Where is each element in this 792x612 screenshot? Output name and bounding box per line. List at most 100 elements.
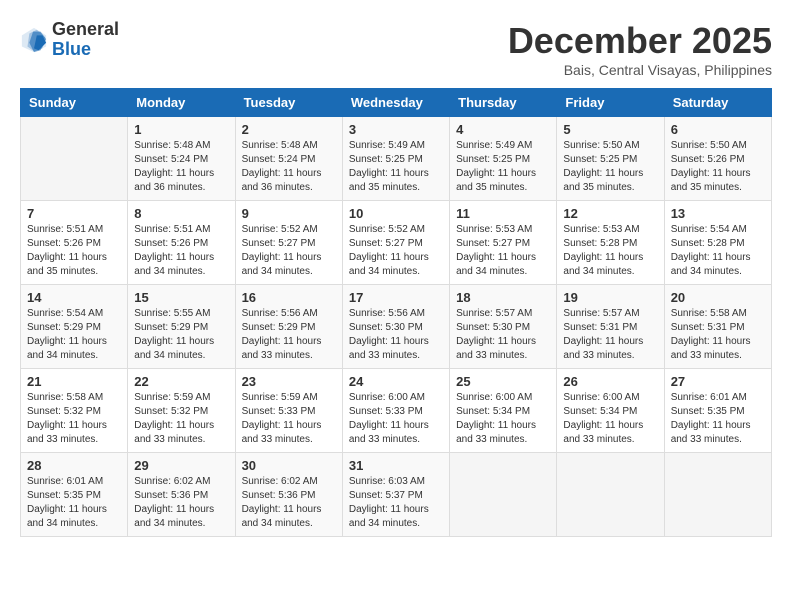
day-number: 20: [671, 290, 765, 305]
calendar-cell: 13 Sunrise: 5:54 AM Sunset: 5:28 PM Dayli…: [664, 201, 771, 285]
day-info: Sunrise: 5:52 AM Sunset: 5:27 PM Dayligh…: [349, 223, 443, 279]
calendar-week-row: 28 Sunrise: 6:01 AM Sunset: 5:35 PM Dayli…: [21, 453, 772, 537]
day-number: 22: [134, 374, 228, 389]
calendar-week-row: 21 Sunrise: 5:58 AM Sunset: 5:32 PM Dayli…: [21, 369, 772, 453]
day-info: Sunrise: 5:56 AM Sunset: 5:29 PM Dayligh…: [242, 307, 336, 363]
calendar-cell: 1 Sunrise: 5:48 AM Sunset: 5:24 PM Daylig…: [128, 117, 235, 201]
day-number: 19: [563, 290, 657, 305]
calendar-cell: 17 Sunrise: 5:56 AM Sunset: 5:30 PM Dayli…: [342, 285, 449, 369]
day-info: Sunrise: 5:54 AM Sunset: 5:28 PM Dayligh…: [671, 223, 765, 279]
calendar-cell: 11Sunrise: 5:53 AM Sunset: 5:27 PM Dayli…: [450, 201, 557, 285]
calendar-cell: 24 Sunrise: 6:00 AM Sunset: 5:33 PM Dayli…: [342, 369, 449, 453]
day-number: 18: [456, 290, 550, 305]
day-info: Sunrise: 5:48 AM Sunset: 5:24 PM Dayligh…: [134, 139, 228, 195]
weekday-header-cell: Tuesday: [235, 89, 342, 117]
logo-text: General Blue: [52, 20, 119, 60]
calendar-cell: 31Sunrise: 6:03 AM Sunset: 5:37 PM Dayli…: [342, 453, 449, 537]
calendar-cell: 22 Sunrise: 5:59 AM Sunset: 5:32 PM Dayli…: [128, 369, 235, 453]
day-number: 4: [456, 122, 550, 137]
location: Bais, Central Visayas, Philippines: [508, 62, 772, 78]
calendar-cell: 20 Sunrise: 5:58 AM Sunset: 5:31 PM Dayli…: [664, 285, 771, 369]
weekday-header-row: SundayMondayTuesdayWednesdayThursdayFrid…: [21, 89, 772, 117]
day-info: Sunrise: 5:53 AM Sunset: 5:27 PM Dayligh…: [456, 223, 550, 279]
day-info: Sunrise: 5:56 AM Sunset: 5:30 PM Dayligh…: [349, 307, 443, 363]
day-info: Sunrise: 5:49 AM Sunset: 5:25 PM Dayligh…: [349, 139, 443, 195]
day-number: 28: [27, 458, 121, 473]
weekday-header-cell: Thursday: [450, 89, 557, 117]
day-info: Sunrise: 5:53 AM Sunset: 5:28 PM Dayligh…: [563, 223, 657, 279]
day-info: Sunrise: 5:58 AM Sunset: 5:31 PM Dayligh…: [671, 307, 765, 363]
day-info: Sunrise: 5:57 AM Sunset: 5:30 PM Dayligh…: [456, 307, 550, 363]
calendar-cell: 10 Sunrise: 5:52 AM Sunset: 5:27 PM Dayli…: [342, 201, 449, 285]
day-number: 8: [134, 206, 228, 221]
day-info: Sunrise: 5:51 AM Sunset: 5:26 PM Dayligh…: [134, 223, 228, 279]
calendar-week-row: 7Sunrise: 5:51 AM Sunset: 5:26 PM Daylig…: [21, 201, 772, 285]
calendar-cell: 14Sunrise: 5:54 AM Sunset: 5:29 PM Dayli…: [21, 285, 128, 369]
day-info: Sunrise: 5:52 AM Sunset: 5:27 PM Dayligh…: [242, 223, 336, 279]
day-number: 9: [242, 206, 336, 221]
day-info: Sunrise: 5:59 AM Sunset: 5:32 PM Dayligh…: [134, 391, 228, 447]
day-info: Sunrise: 6:01 AM Sunset: 5:35 PM Dayligh…: [27, 475, 121, 531]
calendar-cell: 21 Sunrise: 5:58 AM Sunset: 5:32 PM Dayli…: [21, 369, 128, 453]
calendar-cell: 8 Sunrise: 5:51 AM Sunset: 5:26 PM Daylig…: [128, 201, 235, 285]
logo: General Blue: [20, 20, 119, 60]
weekday-header-cell: Wednesday: [342, 89, 449, 117]
calendar-body: 1 Sunrise: 5:48 AM Sunset: 5:24 PM Daylig…: [21, 117, 772, 537]
day-number: 15: [134, 290, 228, 305]
day-number: 27: [671, 374, 765, 389]
day-number: 3: [349, 122, 443, 137]
day-info: Sunrise: 5:55 AM Sunset: 5:29 PM Dayligh…: [134, 307, 228, 363]
day-info: Sunrise: 5:51 AM Sunset: 5:26 PM Dayligh…: [27, 223, 121, 279]
day-info: Sunrise: 5:58 AM Sunset: 5:32 PM Dayligh…: [27, 391, 121, 447]
day-info: Sunrise: 6:00 AM Sunset: 5:34 PM Dayligh…: [563, 391, 657, 447]
day-info: Sunrise: 6:00 AM Sunset: 5:33 PM Dayligh…: [349, 391, 443, 447]
day-number: 17: [349, 290, 443, 305]
title-section: December 2025 Bais, Central Visayas, Phi…: [508, 20, 772, 78]
day-number: 6: [671, 122, 765, 137]
calendar-cell: [21, 117, 128, 201]
day-info: Sunrise: 5:50 AM Sunset: 5:25 PM Dayligh…: [563, 139, 657, 195]
calendar-cell: 23Sunrise: 5:59 AM Sunset: 5:33 PM Dayli…: [235, 369, 342, 453]
day-info: Sunrise: 6:00 AM Sunset: 5:34 PM Dayligh…: [456, 391, 550, 447]
calendar-cell: 5Sunrise: 5:50 AM Sunset: 5:25 PM Daylig…: [557, 117, 664, 201]
calendar-cell: 6 Sunrise: 5:50 AM Sunset: 5:26 PM Daylig…: [664, 117, 771, 201]
calendar-cell: 12 Sunrise: 5:53 AM Sunset: 5:28 PM Dayli…: [557, 201, 664, 285]
day-number: 30: [242, 458, 336, 473]
calendar-cell: 26Sunrise: 6:00 AM Sunset: 5:34 PM Dayli…: [557, 369, 664, 453]
weekday-header-cell: Friday: [557, 89, 664, 117]
calendar-cell: 28 Sunrise: 6:01 AM Sunset: 5:35 PM Dayli…: [21, 453, 128, 537]
day-number: 13: [671, 206, 765, 221]
day-info: Sunrise: 5:50 AM Sunset: 5:26 PM Dayligh…: [671, 139, 765, 195]
day-number: 25: [456, 374, 550, 389]
month-title: December 2025: [508, 20, 772, 62]
day-number: 24: [349, 374, 443, 389]
day-number: 2: [242, 122, 336, 137]
calendar-cell: 16 Sunrise: 5:56 AM Sunset: 5:29 PM Dayli…: [235, 285, 342, 369]
calendar-cell: 2 Sunrise: 5:48 AM Sunset: 5:24 PM Daylig…: [235, 117, 342, 201]
day-number: 10: [349, 206, 443, 221]
calendar-week-row: 1 Sunrise: 5:48 AM Sunset: 5:24 PM Daylig…: [21, 117, 772, 201]
day-number: 1: [134, 122, 228, 137]
calendar-cell: 3 Sunrise: 5:49 AM Sunset: 5:25 PM Daylig…: [342, 117, 449, 201]
page-header: General Blue December 2025 Bais, Central…: [20, 20, 772, 78]
day-number: 29: [134, 458, 228, 473]
day-info: Sunrise: 6:02 AM Sunset: 5:36 PM Dayligh…: [242, 475, 336, 531]
calendar-week-row: 14Sunrise: 5:54 AM Sunset: 5:29 PM Dayli…: [21, 285, 772, 369]
day-info: Sunrise: 6:01 AM Sunset: 5:35 PM Dayligh…: [671, 391, 765, 447]
calendar-cell: 29Sunrise: 6:02 AM Sunset: 5:36 PM Dayli…: [128, 453, 235, 537]
day-info: Sunrise: 5:57 AM Sunset: 5:31 PM Dayligh…: [563, 307, 657, 363]
day-info: Sunrise: 6:03 AM Sunset: 5:37 PM Dayligh…: [349, 475, 443, 531]
day-number: 16: [242, 290, 336, 305]
calendar-cell: [450, 453, 557, 537]
day-number: 12: [563, 206, 657, 221]
calendar-cell: 4 Sunrise: 5:49 AM Sunset: 5:25 PM Daylig…: [450, 117, 557, 201]
day-info: Sunrise: 5:48 AM Sunset: 5:24 PM Dayligh…: [242, 139, 336, 195]
calendar-cell: 18 Sunrise: 5:57 AM Sunset: 5:30 PM Dayli…: [450, 285, 557, 369]
day-info: Sunrise: 5:59 AM Sunset: 5:33 PM Dayligh…: [242, 391, 336, 447]
day-number: 21: [27, 374, 121, 389]
calendar-cell: [557, 453, 664, 537]
day-info: Sunrise: 5:49 AM Sunset: 5:25 PM Dayligh…: [456, 139, 550, 195]
calendar-cell: 25 Sunrise: 6:00 AM Sunset: 5:34 PM Dayli…: [450, 369, 557, 453]
calendar-cell: 15 Sunrise: 5:55 AM Sunset: 5:29 PM Dayli…: [128, 285, 235, 369]
calendar-cell: 19 Sunrise: 5:57 AM Sunset: 5:31 PM Dayli…: [557, 285, 664, 369]
